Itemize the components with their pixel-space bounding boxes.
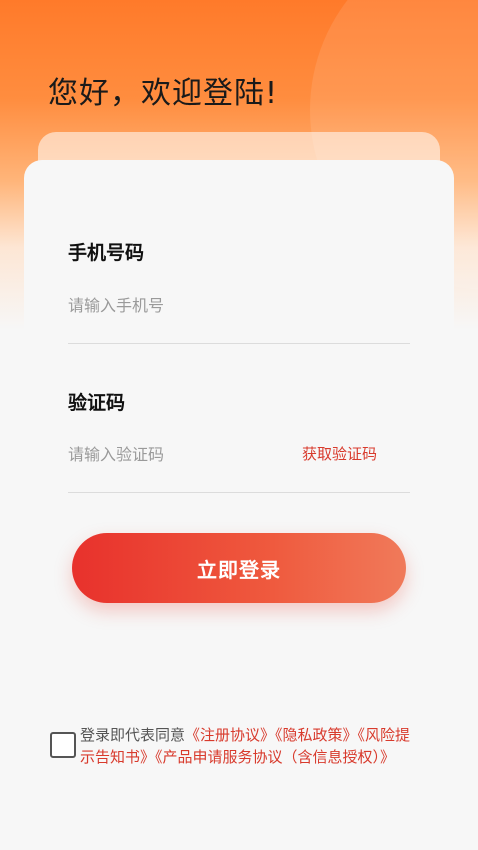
agreement-checkbox[interactable]: [50, 732, 76, 758]
phone-divider: [68, 343, 410, 344]
code-label: 验证码: [68, 392, 126, 414]
welcome-title: 您好，欢迎登陆!: [48, 76, 279, 111]
login-card: [24, 160, 454, 540]
login-screen: 您好，欢迎登陆! 手机号码 验证码 获取验证码 立即登录 登录即代表同意《注册协…: [0, 0, 478, 850]
privacy-policy-link[interactable]: 《隐私政策》: [275, 726, 358, 744]
phone-label: 手机号码: [68, 242, 145, 264]
agreement-text: 登录即代表同意《注册协议》《隐私政策》《风险提示告知书》《产品申请服务协议（含信…: [80, 724, 425, 768]
code-divider: [68, 492, 410, 493]
register-agreement-link[interactable]: 《注册协议》: [185, 726, 275, 744]
service-agreement-link[interactable]: 《产品申请服务协议（含信息授权）》: [155, 748, 395, 766]
phone-input[interactable]: [68, 290, 410, 320]
get-code-button[interactable]: 获取验证码: [302, 443, 377, 464]
login-button[interactable]: 立即登录: [72, 533, 406, 603]
code-input[interactable]: [68, 439, 288, 469]
agreement-prefix: 登录即代表同意: [80, 726, 186, 744]
